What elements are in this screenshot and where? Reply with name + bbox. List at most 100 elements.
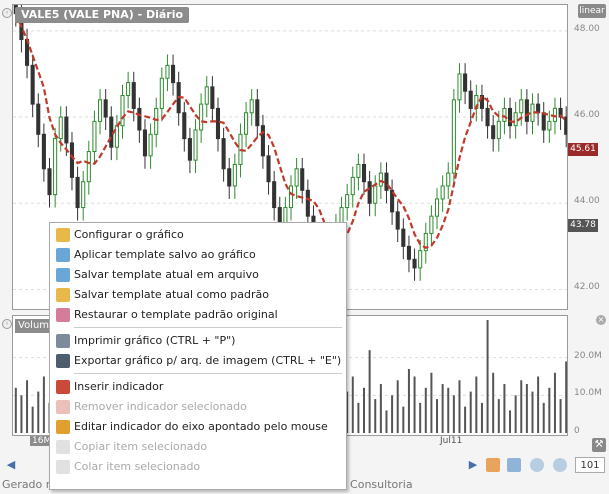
volume-bar bbox=[402, 406, 405, 433]
candle bbox=[221, 127, 226, 182]
candle bbox=[159, 67, 164, 122]
context-menu-item[interactable]: Imprimir gráfico (CTRL + "P") bbox=[50, 331, 346, 351]
candle bbox=[24, 28, 30, 79]
volume-bar bbox=[31, 406, 34, 433]
volume-bar bbox=[520, 380, 523, 433]
context-menu-item-label: Configurar o gráfico bbox=[74, 228, 184, 241]
volume-bar bbox=[385, 410, 388, 433]
candle bbox=[541, 101, 546, 143]
context-menu-item[interactable]: Salvar template atual em arquivo bbox=[50, 265, 346, 285]
pan-tool-icon[interactable] bbox=[486, 458, 500, 472]
price-axis[interactable]: 45.61 43.78 48.00 46.00 44.00 42.00 bbox=[568, 4, 609, 310]
candle bbox=[558, 97, 563, 130]
apply-template-icon bbox=[56, 248, 70, 262]
volume-bar bbox=[537, 376, 540, 433]
context-menu-item-label: Remover indicador selecionado bbox=[74, 400, 247, 413]
candle bbox=[47, 158, 52, 208]
collapse-price-icon[interactable]: ◦ bbox=[2, 8, 12, 18]
candle bbox=[255, 89, 260, 139]
candle bbox=[434, 188, 440, 230]
candle bbox=[367, 170, 372, 217]
volume-bar bbox=[42, 376, 45, 433]
volume-bar bbox=[374, 399, 377, 433]
context-menu-item[interactable]: Restaurar o template padrão original bbox=[50, 305, 346, 325]
volume-bar bbox=[452, 395, 455, 433]
volume-bar bbox=[20, 395, 23, 433]
candle bbox=[350, 166, 355, 208]
candle bbox=[215, 97, 221, 152]
volume-axis[interactable]: 20.0M 10.0M 0 bbox=[568, 315, 609, 436]
candle bbox=[479, 84, 484, 122]
volume-bar bbox=[542, 402, 545, 433]
context-menu-item: Remover indicador selecionado bbox=[50, 397, 346, 417]
context-menu-item[interactable]: Editar indicador do eixo apontado pelo m… bbox=[50, 417, 346, 437]
zoom-out-icon[interactable] bbox=[530, 458, 544, 472]
candle bbox=[81, 170, 86, 221]
fit-chart-icon[interactable] bbox=[507, 458, 521, 472]
zoom-in-icon[interactable] bbox=[553, 458, 567, 472]
paste-icon bbox=[56, 460, 70, 474]
scale-mode-button[interactable]: linear bbox=[578, 4, 606, 18]
volume-tick-label: 0 bbox=[574, 426, 580, 436]
scroll-right-icon[interactable]: ▶ bbox=[466, 458, 480, 472]
candle bbox=[440, 175, 445, 212]
save-template-icon bbox=[56, 268, 70, 282]
candle bbox=[232, 153, 237, 199]
context-menu-item-label: Imprimir gráfico (CTRL + "P") bbox=[74, 334, 236, 347]
scroll-left-icon[interactable]: ◀ bbox=[4, 458, 18, 472]
volume-bar bbox=[26, 380, 29, 433]
volume-bar bbox=[525, 384, 528, 433]
context-menu-item-label: Restaurar o template padrão original bbox=[74, 308, 278, 321]
context-menu-item-label: Colar item selecionado bbox=[74, 460, 201, 473]
volume-bar bbox=[379, 384, 382, 433]
volume-bar bbox=[447, 387, 450, 433]
context-menu-item[interactable]: Salvar template atual como padrão bbox=[50, 285, 346, 305]
context-menu-item[interactable]: Configurar o gráfico bbox=[50, 225, 346, 245]
candle bbox=[36, 93, 41, 148]
candle bbox=[187, 127, 192, 174]
context-menu-item[interactable]: Aplicar template salvo ao gráfico bbox=[50, 245, 346, 265]
candle bbox=[373, 175, 378, 217]
close-volume-icon[interactable]: × bbox=[596, 315, 606, 325]
volume-bar bbox=[509, 410, 512, 433]
candle bbox=[294, 158, 299, 199]
candle bbox=[507, 97, 513, 139]
candle bbox=[266, 145, 271, 195]
context-menu: Configurar o gráfico Aplicar template sal… bbox=[49, 222, 347, 490]
volume-bar bbox=[363, 387, 366, 433]
volume-bar bbox=[565, 361, 567, 433]
volume-bar bbox=[492, 372, 495, 433]
zoom-input[interactable]: 101 bbox=[575, 457, 605, 473]
candle bbox=[86, 140, 91, 195]
candle bbox=[423, 222, 428, 264]
volume-bar bbox=[436, 399, 439, 433]
candle bbox=[272, 170, 277, 221]
chart-window: VALE5 (VALE PNA) - Diário 45.61 43.78 48… bbox=[0, 0, 609, 494]
candle bbox=[69, 132, 75, 191]
volume-bar bbox=[469, 391, 472, 433]
context-menu-item[interactable]: Exportar gráfico p/ arq. de imagem (CTRL… bbox=[50, 351, 346, 371]
price-tick-label: 46.00 bbox=[574, 110, 600, 121]
volume-bar bbox=[424, 387, 427, 433]
context-menu-item[interactable]: Inserir indicador bbox=[50, 377, 346, 397]
candle bbox=[165, 54, 170, 92]
wrench-icon[interactable]: ⚒ bbox=[592, 438, 606, 452]
candle bbox=[536, 93, 541, 126]
volume-bar bbox=[419, 402, 422, 433]
price-tick-label: 42.00 bbox=[574, 282, 600, 293]
candle bbox=[418, 239, 423, 281]
candle bbox=[249, 89, 254, 126]
candle bbox=[92, 110, 97, 165]
edit-indicator-icon bbox=[56, 420, 70, 434]
context-menu-item-label: Salvar template atual em arquivo bbox=[74, 268, 259, 281]
candle bbox=[199, 93, 204, 143]
candle bbox=[41, 123, 46, 182]
candle bbox=[98, 89, 103, 135]
volume-bar bbox=[464, 406, 467, 433]
restore-icon bbox=[56, 308, 70, 322]
volume-bar bbox=[548, 387, 551, 433]
collapse-volume-icon[interactable]: ◦ bbox=[2, 319, 12, 329]
context-menu-item-label: Salvar template atual como padrão bbox=[74, 288, 269, 301]
volume-bar bbox=[413, 376, 416, 433]
settings-icon bbox=[56, 228, 70, 242]
